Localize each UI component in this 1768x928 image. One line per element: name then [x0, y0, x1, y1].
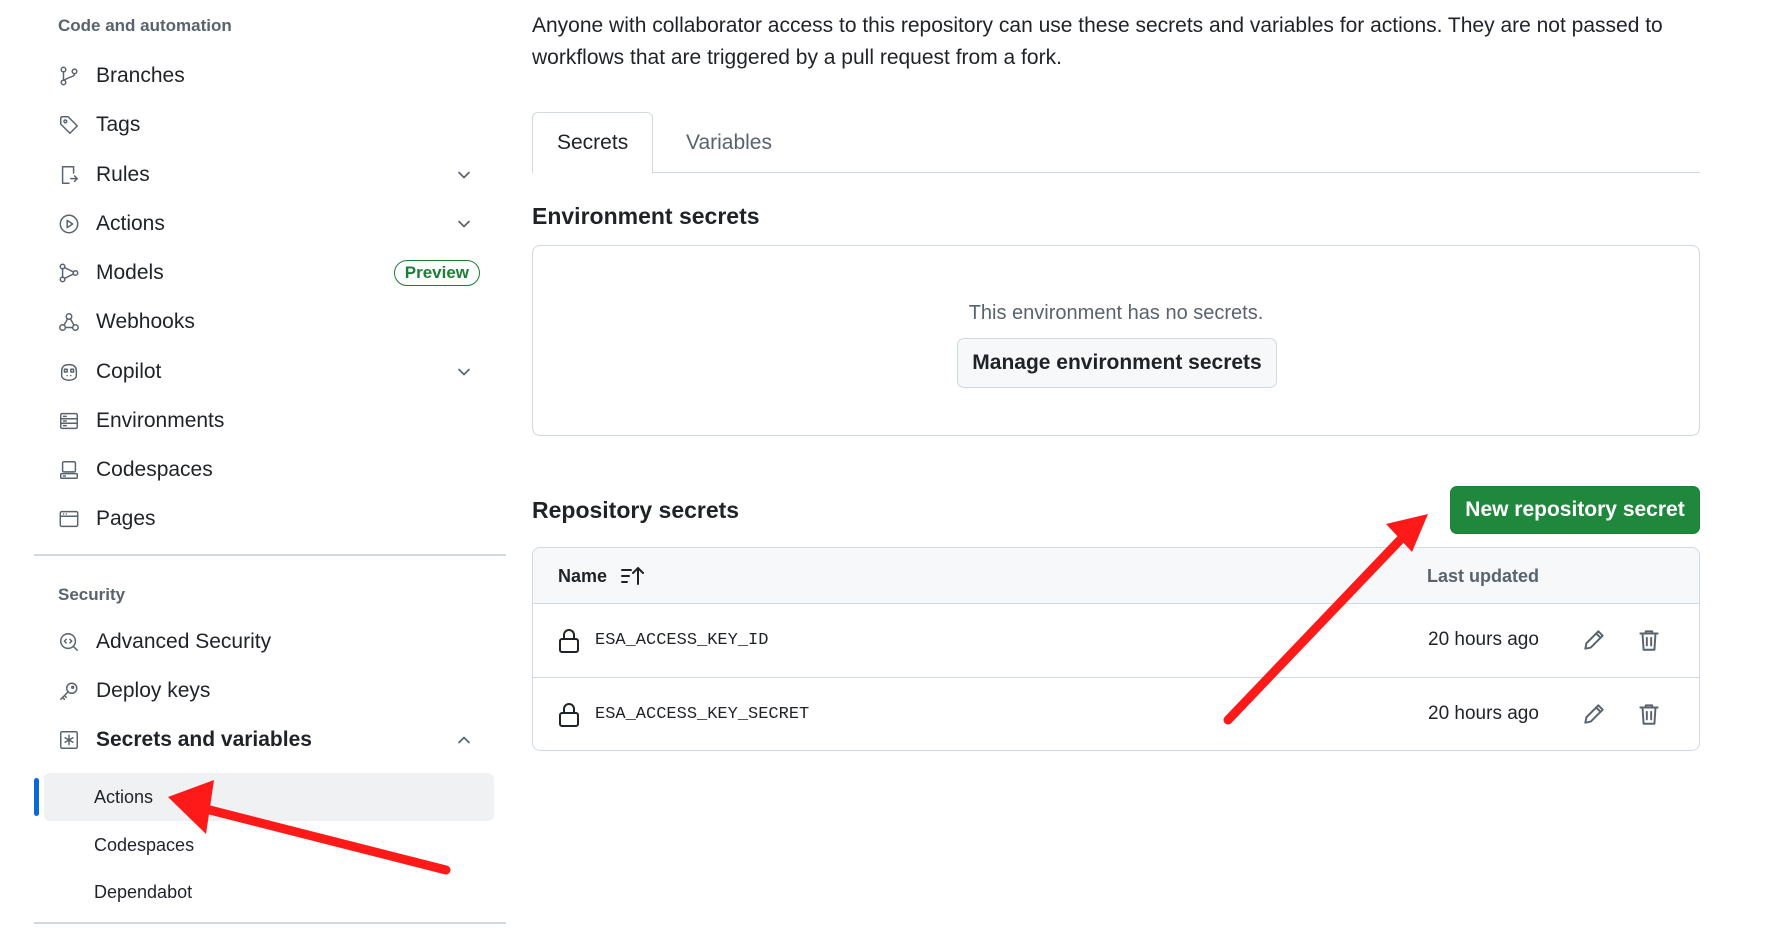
settings-sidebar: Code and automation Branches Tags Rules …	[0, 0, 510, 928]
asterisk-box-icon	[58, 729, 80, 751]
preview-badge: Preview	[393, 260, 480, 286]
sidebar-subitem-codespaces[interactable]: Codespaces	[44, 821, 494, 869]
server-icon	[58, 410, 80, 432]
code-scan-icon	[58, 631, 80, 653]
sidebar-item-secrets-and-variables[interactable]: Secrets and variables	[44, 718, 494, 762]
sidebar-item-branches[interactable]: Branches	[44, 54, 494, 98]
table-row: ESA_ACCESS_KEY_ID 20 hours ago	[533, 604, 1699, 678]
sidebar-item-label: Codespaces	[96, 458, 213, 481]
last-updated: 20 hours ago	[1428, 703, 1539, 724]
repository-secrets-title: Repository secrets	[532, 497, 740, 523]
sidebar-subitem-dependabot[interactable]: Dependabot	[44, 868, 494, 916]
browser-icon	[58, 508, 80, 530]
tag-icon	[58, 114, 80, 136]
section-heading-security: Security	[58, 585, 126, 604]
copilot-icon	[58, 361, 80, 383]
section-heading-code-automation: Code and automation	[58, 16, 232, 35]
sidebar-item-pages[interactable]: Pages	[44, 497, 494, 541]
new-repository-secret-button[interactable]: New repository secret	[1450, 486, 1700, 534]
sidebar-subitem-label: Codespaces	[94, 834, 195, 855]
sort-ascending-icon[interactable]	[619, 565, 645, 587]
sidebar-item-label: Branches	[96, 64, 185, 87]
secret-name: ESA_ACCESS_KEY_ID	[595, 631, 769, 650]
sidebar-item-tags[interactable]: Tags	[44, 103, 494, 147]
sidebar-divider	[34, 922, 506, 924]
table-row: ESA_ACCESS_KEY_SECRET 20 hours ago	[533, 678, 1699, 750]
play-circle-icon	[58, 213, 80, 235]
key-icon	[58, 680, 80, 702]
column-header-last-updated: Last updated	[1427, 566, 1540, 586]
tab-bar: Secrets Variables	[532, 112, 1700, 174]
active-indicator	[34, 778, 39, 816]
pencil-icon[interactable]	[1581, 701, 1607, 727]
lock-icon	[558, 702, 580, 728]
last-updated: 20 hours ago	[1428, 629, 1539, 650]
models-icon	[58, 262, 80, 284]
sidebar-item-label: Deploy keys	[96, 679, 211, 702]
sidebar-item-label: Pages	[96, 507, 156, 530]
tab-secrets[interactable]: Secrets	[532, 112, 654, 174]
lock-icon	[558, 628, 580, 654]
sidebar-item-codespaces[interactable]: Codespaces	[44, 448, 494, 492]
sidebar-item-label: Tags	[96, 113, 141, 136]
sidebar-item-label: Rules	[96, 163, 150, 186]
webhook-icon	[58, 311, 80, 333]
column-header-name[interactable]: Name	[558, 565, 645, 587]
environment-secrets-title: Environment secrets	[532, 203, 760, 229]
sidebar-item-label: Copilot	[96, 360, 162, 383]
trash-icon[interactable]	[1636, 701, 1662, 727]
sidebar-item-label: Models	[96, 261, 164, 284]
sidebar-item-actions[interactable]: Actions	[44, 202, 494, 246]
codespaces-icon	[58, 459, 80, 481]
intro-text: Anyone with collaborator access to this …	[532, 14, 1663, 69]
rules-icon	[58, 164, 80, 186]
branch-icon	[58, 65, 80, 87]
sidebar-item-deploy-keys[interactable]: Deploy keys	[44, 669, 494, 713]
sidebar-item-models[interactable]: Models Preview	[44, 251, 494, 295]
sidebar-item-copilot[interactable]: Copilot	[44, 350, 494, 394]
sidebar-subitem-label: Dependabot	[94, 881, 193, 902]
sidebar-subitem-label: Actions	[94, 786, 154, 807]
sidebar-item-rules[interactable]: Rules	[44, 153, 494, 197]
chevron-up-icon[interactable]	[454, 730, 474, 750]
sidebar-item-environments[interactable]: Environments	[44, 399, 494, 443]
column-header-label: Name	[558, 565, 608, 586]
repository-secrets-table: Name Last updated ESA_ACCESS_KEY_ID 20 h…	[532, 547, 1700, 751]
sidebar-item-webhooks[interactable]: Webhooks	[44, 300, 494, 344]
sidebar-item-label: Advanced Security	[96, 630, 272, 653]
chevron-down-icon[interactable]	[454, 362, 474, 382]
trash-icon[interactable]	[1636, 627, 1662, 653]
sidebar-item-label: Secrets and variables	[96, 728, 312, 751]
sidebar-divider	[34, 554, 506, 556]
table-header: Name Last updated	[533, 548, 1699, 604]
chevron-down-icon[interactable]	[454, 214, 474, 234]
environment-secrets-panel: This environment has no secrets. Manage …	[532, 245, 1700, 436]
sidebar-item-advanced-security[interactable]: Advanced Security	[44, 620, 494, 664]
empty-message: This environment has no secrets.	[968, 302, 1264, 324]
manage-environment-secrets-button[interactable]: Manage environment secrets	[957, 338, 1277, 388]
chevron-down-icon[interactable]	[454, 165, 474, 185]
secret-name: ESA_ACCESS_KEY_SECRET	[595, 705, 810, 724]
sidebar-item-label: Webhooks	[96, 310, 195, 333]
tab-variables[interactable]: Variables	[662, 112, 796, 174]
sidebar-subitem-actions[interactable]: Actions	[44, 773, 494, 821]
sidebar-item-label: Environments	[96, 409, 225, 432]
pencil-icon[interactable]	[1581, 627, 1607, 653]
sidebar-item-label: Actions	[96, 212, 165, 235]
